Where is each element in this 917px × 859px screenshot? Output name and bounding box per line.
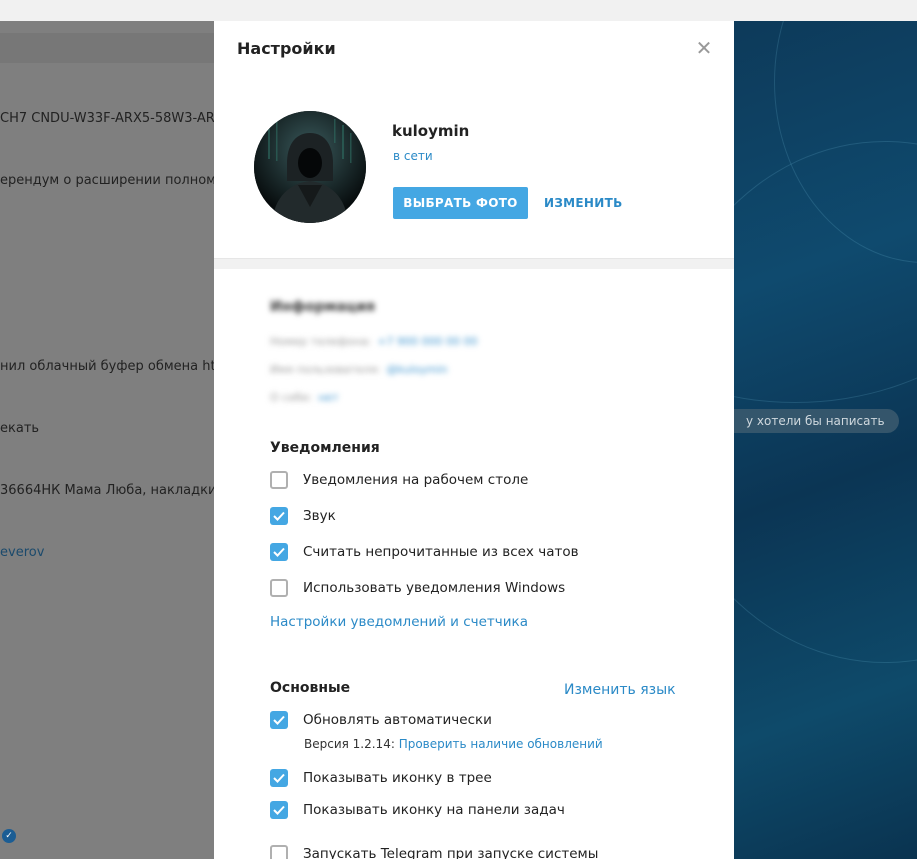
info-section-title: Информация	[270, 299, 375, 315]
checkbox-tray-icon[interactable]: Показывать иконку в трее	[270, 767, 492, 789]
checkbox-auto-update[interactable]: Обновлять автоматически	[270, 709, 492, 731]
change-language-link[interactable]: Изменить язык	[564, 682, 676, 698]
message-input-hint: у хотели бы написать	[734, 409, 899, 433]
settings-modal: Настройки ✕ kuloymin в сети ВЫБРАТЬ ФОТО…	[214, 21, 734, 859]
checkbox-box[interactable]	[270, 769, 288, 787]
general-section-title: Основные	[270, 680, 351, 696]
close-icon[interactable]: ✕	[693, 37, 715, 59]
info-row-phone[interactable]: Номер телефона: +7 900 000 00 00	[270, 335, 477, 348]
chat-list-overlay: CH7 CNDU-W33F-ARX5-58W3-ARGE ерендум о р…	[0, 21, 214, 859]
edit-profile-button[interactable]: ИЗМЕНИТЬ	[544, 187, 623, 219]
checkmark-icon	[273, 547, 285, 557]
checkmark-icon	[273, 773, 285, 783]
checkbox-desktop-notifications[interactable]: Уведомления на рабочем столе	[270, 469, 528, 491]
verified-badge-icon: ✓	[2, 829, 16, 843]
chat-snippet: ерендум о расширении полномочи	[0, 173, 214, 188]
checkbox-box[interactable]	[270, 711, 288, 729]
checkbox-autostart[interactable]: Запускать Telegram при запуске системы	[270, 843, 598, 859]
chat-snippet: everov	[0, 545, 45, 560]
section-divider	[214, 258, 734, 269]
checkmark-icon	[273, 805, 285, 815]
chat-snippet: CH7 CNDU-W33F-ARX5-58W3-ARGE	[0, 111, 214, 126]
window-top-bar	[0, 0, 917, 21]
checkbox-box[interactable]	[270, 543, 288, 561]
info-row-username[interactable]: Имя пользователя: @kuloymin	[270, 363, 447, 376]
checkbox-box[interactable]	[270, 471, 288, 489]
checkmark-icon	[273, 715, 285, 725]
checkbox-box[interactable]	[270, 579, 288, 597]
checkbox-box[interactable]	[270, 801, 288, 819]
profile-status: в сети	[393, 149, 433, 163]
notification-settings-link[interactable]: Настройки уведомлений и счетчика	[270, 614, 528, 630]
modal-title: Настройки	[237, 39, 336, 58]
notifications-section-title: Уведомления	[270, 440, 380, 456]
hooded-figure-icon	[254, 111, 366, 223]
checkbox-box[interactable]	[270, 845, 288, 859]
chat-snippet: нил облачный буфер обмена https	[0, 359, 214, 374]
checkbox-sound[interactable]: Звук	[270, 505, 336, 527]
checkbox-taskbar-icon[interactable]: Показывать иконку на панели задач	[270, 799, 565, 821]
avatar[interactable]	[254, 111, 366, 223]
chat-snippet: екать	[0, 421, 40, 436]
checkbox-box[interactable]	[270, 507, 288, 525]
check-updates-link[interactable]: Проверить наличие обновлений	[399, 737, 603, 751]
checkmark-icon	[273, 511, 285, 521]
choose-photo-button[interactable]: ВЫБРАТЬ ФОТО	[393, 187, 528, 219]
version-info: Версия 1.2.14: Проверить наличие обновле…	[304, 737, 603, 751]
chat-wallpaper: у хотели бы написать	[734, 21, 917, 859]
checkbox-windows-notifications[interactable]: Использовать уведомления Windows	[270, 577, 565, 599]
profile-username: kuloymin	[392, 122, 470, 140]
chat-snippet: 36664НК Мама Люба, накладки на с	[0, 483, 214, 498]
info-row-bio[interactable]: О себе: нет	[270, 391, 339, 404]
checkbox-count-unread[interactable]: Считать непрочитанные из всех чатов	[270, 541, 579, 563]
chat-list-header	[0, 33, 214, 63]
